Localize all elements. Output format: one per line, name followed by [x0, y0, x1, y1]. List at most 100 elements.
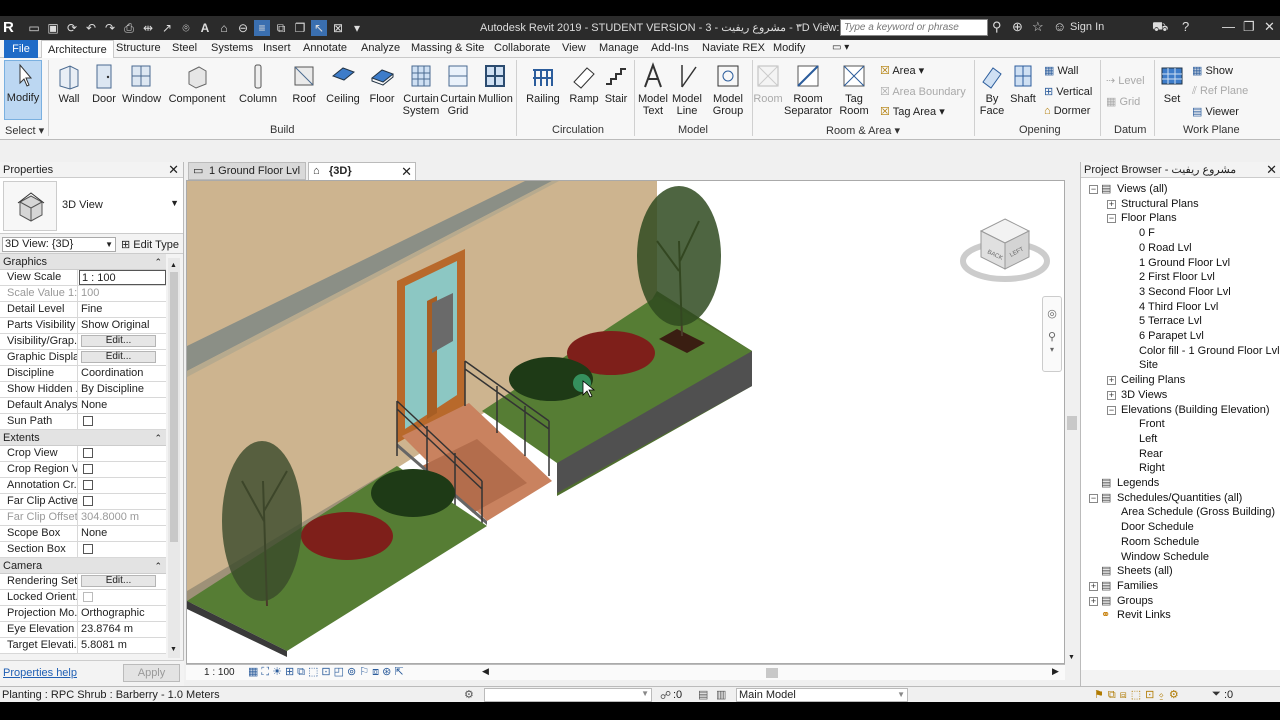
properties-help-link[interactable]: Properties help	[3, 667, 77, 679]
component-button[interactable]: Component	[168, 62, 226, 105]
viewer-button[interactable]: ▤ Viewer	[1192, 105, 1239, 118]
property-group-header[interactable]: Graphics ⌃	[0, 254, 166, 270]
undo-icon[interactable]: ↶	[83, 20, 99, 36]
title-chevron-icon[interactable]: ›	[826, 19, 829, 30]
collapse-group-icon[interactable]: ⌃	[154, 254, 162, 270]
text-icon[interactable]: A	[197, 20, 213, 36]
level-button[interactable]: ⇢ Level	[1106, 74, 1145, 87]
viewport-vertical-scrollbar[interactable]: ▼	[1065, 180, 1079, 664]
mullion-button[interactable]: Mullion	[478, 62, 513, 105]
browser-tree-item[interactable]: Color fill - 1 Ground Floor Lvl	[1139, 344, 1280, 358]
filter-icon[interactable]: ⏷	[1212, 688, 1221, 701]
tab-structure[interactable]: Structure	[116, 42, 161, 54]
restore-icon[interactable]: ❐	[1243, 19, 1255, 35]
property-value[interactable]: Show Original	[79, 318, 166, 333]
door-button[interactable]: Door	[90, 62, 118, 105]
select-panel-title[interactable]: Select ▾	[5, 124, 44, 137]
browser-tree-item[interactable]: Room Schedule	[1121, 535, 1199, 549]
property-value[interactable]	[79, 478, 166, 493]
floor-button[interactable]: Floor	[366, 62, 398, 105]
print-icon[interactable]: ⎙	[121, 20, 137, 36]
tab-massing-site[interactable]: Massing & Site	[411, 42, 484, 54]
browser-tree-item[interactable]: Sheets (all)	[1117, 564, 1173, 578]
vscroll-down-icon[interactable]: ▼	[1068, 654, 1075, 661]
editing-requests-icon[interactable]: ☍	[660, 689, 671, 702]
property-group-header[interactable]: Extents ⌃	[0, 430, 166, 446]
area-button[interactable]: ☒ Area ▾	[880, 64, 924, 77]
browser-tree-item[interactable]: 3 Second Floor Lvl	[1139, 285, 1231, 299]
browser-tree-item[interactable]: 3D Views	[1121, 388, 1167, 402]
collapse-node-icon[interactable]: −	[1089, 493, 1098, 503]
favorites-star-icon[interactable]: ☆	[1032, 19, 1044, 35]
room-area-panel-title[interactable]: Room & Area ▾	[826, 124, 900, 137]
property-checkbox[interactable]	[83, 448, 93, 458]
by-face-button[interactable]: By Face	[978, 62, 1006, 117]
property-value[interactable]	[79, 414, 166, 429]
tab-collaborate[interactable]: Collaborate	[494, 42, 550, 54]
tab-modify[interactable]: Modify	[773, 42, 805, 54]
curtain-system-button[interactable]: Curtain System	[402, 62, 440, 117]
dimension-icon[interactable]: ↗	[159, 20, 175, 36]
property-checkbox[interactable]	[83, 480, 93, 490]
tab-analyze[interactable]: Analyze	[361, 42, 400, 54]
worksets-icon[interactable]: ⚙	[464, 688, 474, 701]
modify-button[interactable]: Modify	[4, 60, 42, 120]
view-control-icons[interactable]: ▦⛶☀⊞⧉⬚⊡◰⊚⚐⧈⊛⇱	[248, 665, 407, 679]
ceiling-button[interactable]: Ceiling	[325, 62, 361, 105]
save-icon[interactable]: ▣	[45, 20, 61, 36]
help-search-input[interactable]: Type a keyword or phrase	[840, 19, 988, 36]
collapse-group-icon[interactable]: ⌃	[154, 430, 162, 446]
edit-type-button[interactable]: ⊞ Edit Type	[121, 238, 179, 251]
property-value[interactable]: Coordination	[79, 366, 166, 381]
browser-tree-item[interactable]: Elevations (Building Elevation)	[1121, 403, 1270, 417]
browser-tree-item[interactable]: Floor Plans	[1121, 211, 1177, 225]
vertical-opening-button[interactable]: ⊞ Vertical	[1044, 85, 1092, 98]
property-value[interactable]: By Discipline	[79, 382, 166, 397]
browser-tree-item[interactable]: Left	[1139, 432, 1157, 446]
model-group-button[interactable]: Model Group	[708, 62, 748, 117]
select-pinned-icon[interactable]: ⊠	[330, 20, 346, 36]
select-icon[interactable]: ↖	[311, 20, 327, 36]
property-value[interactable]	[79, 494, 166, 509]
viewport-hscroll-thumb[interactable]	[766, 668, 778, 678]
model-text-button[interactable]: Model Text	[636, 62, 670, 117]
expand-node-icon[interactable]: +	[1107, 199, 1116, 209]
tab-steel[interactable]: Steel	[172, 42, 197, 54]
browser-tree-item[interactable]: Door Schedule	[1121, 520, 1194, 534]
wall-button[interactable]: Wall	[54, 62, 84, 105]
tab-naviate-rex[interactable]: Naviate REX	[702, 42, 765, 54]
tab-3d-view[interactable]: ⌂ {3D} ✕	[308, 162, 416, 180]
property-value[interactable]	[79, 446, 166, 461]
property-value[interactable]: None	[79, 526, 166, 541]
scroll-up-icon[interactable]: ▲	[170, 262, 178, 270]
close-tab-icon[interactable]: ✕	[401, 163, 412, 180]
browser-tree-item[interactable]: Structural Plans	[1121, 197, 1199, 211]
expand-node-icon[interactable]: +	[1089, 596, 1098, 606]
tab-systems[interactable]: Systems	[211, 42, 253, 54]
close-browser-icon[interactable]: ✕	[1266, 162, 1277, 178]
subscription-icon[interactable]: ⊕	[1012, 19, 1023, 35]
zoom-icon[interactable]: ⚲	[1043, 330, 1061, 343]
user-icon[interactable]: ☺	[1053, 19, 1066, 34]
stair-button[interactable]: Stair	[602, 62, 630, 105]
property-checkbox[interactable]	[83, 496, 93, 506]
thin-lines-icon[interactable]: ≡	[254, 20, 270, 36]
zoom-dropdown-icon[interactable]: ▾	[1043, 345, 1061, 354]
expand-node-icon[interactable]: +	[1107, 376, 1116, 386]
browser-tree-item[interactable]: Front	[1139, 417, 1165, 431]
design-option-set-icon[interactable]: ▥	[716, 688, 726, 701]
railing-button[interactable]: Railing	[524, 62, 562, 105]
ribbon-minimize-icon[interactable]: ▭ ▾	[832, 42, 849, 53]
type-selector[interactable]: 3D View ▼	[0, 178, 183, 234]
section-icon[interactable]: ⊖	[235, 20, 251, 36]
cart-icon[interactable]: ⛟	[1152, 19, 1168, 37]
property-checkbox[interactable]	[83, 416, 93, 426]
property-value[interactable]: Orthographic	[79, 606, 166, 621]
close-hidden-icon[interactable]: ⧉	[273, 20, 289, 36]
tab-annotate[interactable]: Annotate	[303, 42, 347, 54]
property-edit-button[interactable]: Edit...	[81, 351, 156, 363]
model-line-button[interactable]: Model Line	[670, 62, 704, 117]
browser-tree-item[interactable]: 5 Terrace Lvl	[1139, 314, 1202, 328]
roof-button[interactable]: Roof	[288, 62, 320, 105]
property-value[interactable]: 5.8081 m	[79, 638, 166, 653]
